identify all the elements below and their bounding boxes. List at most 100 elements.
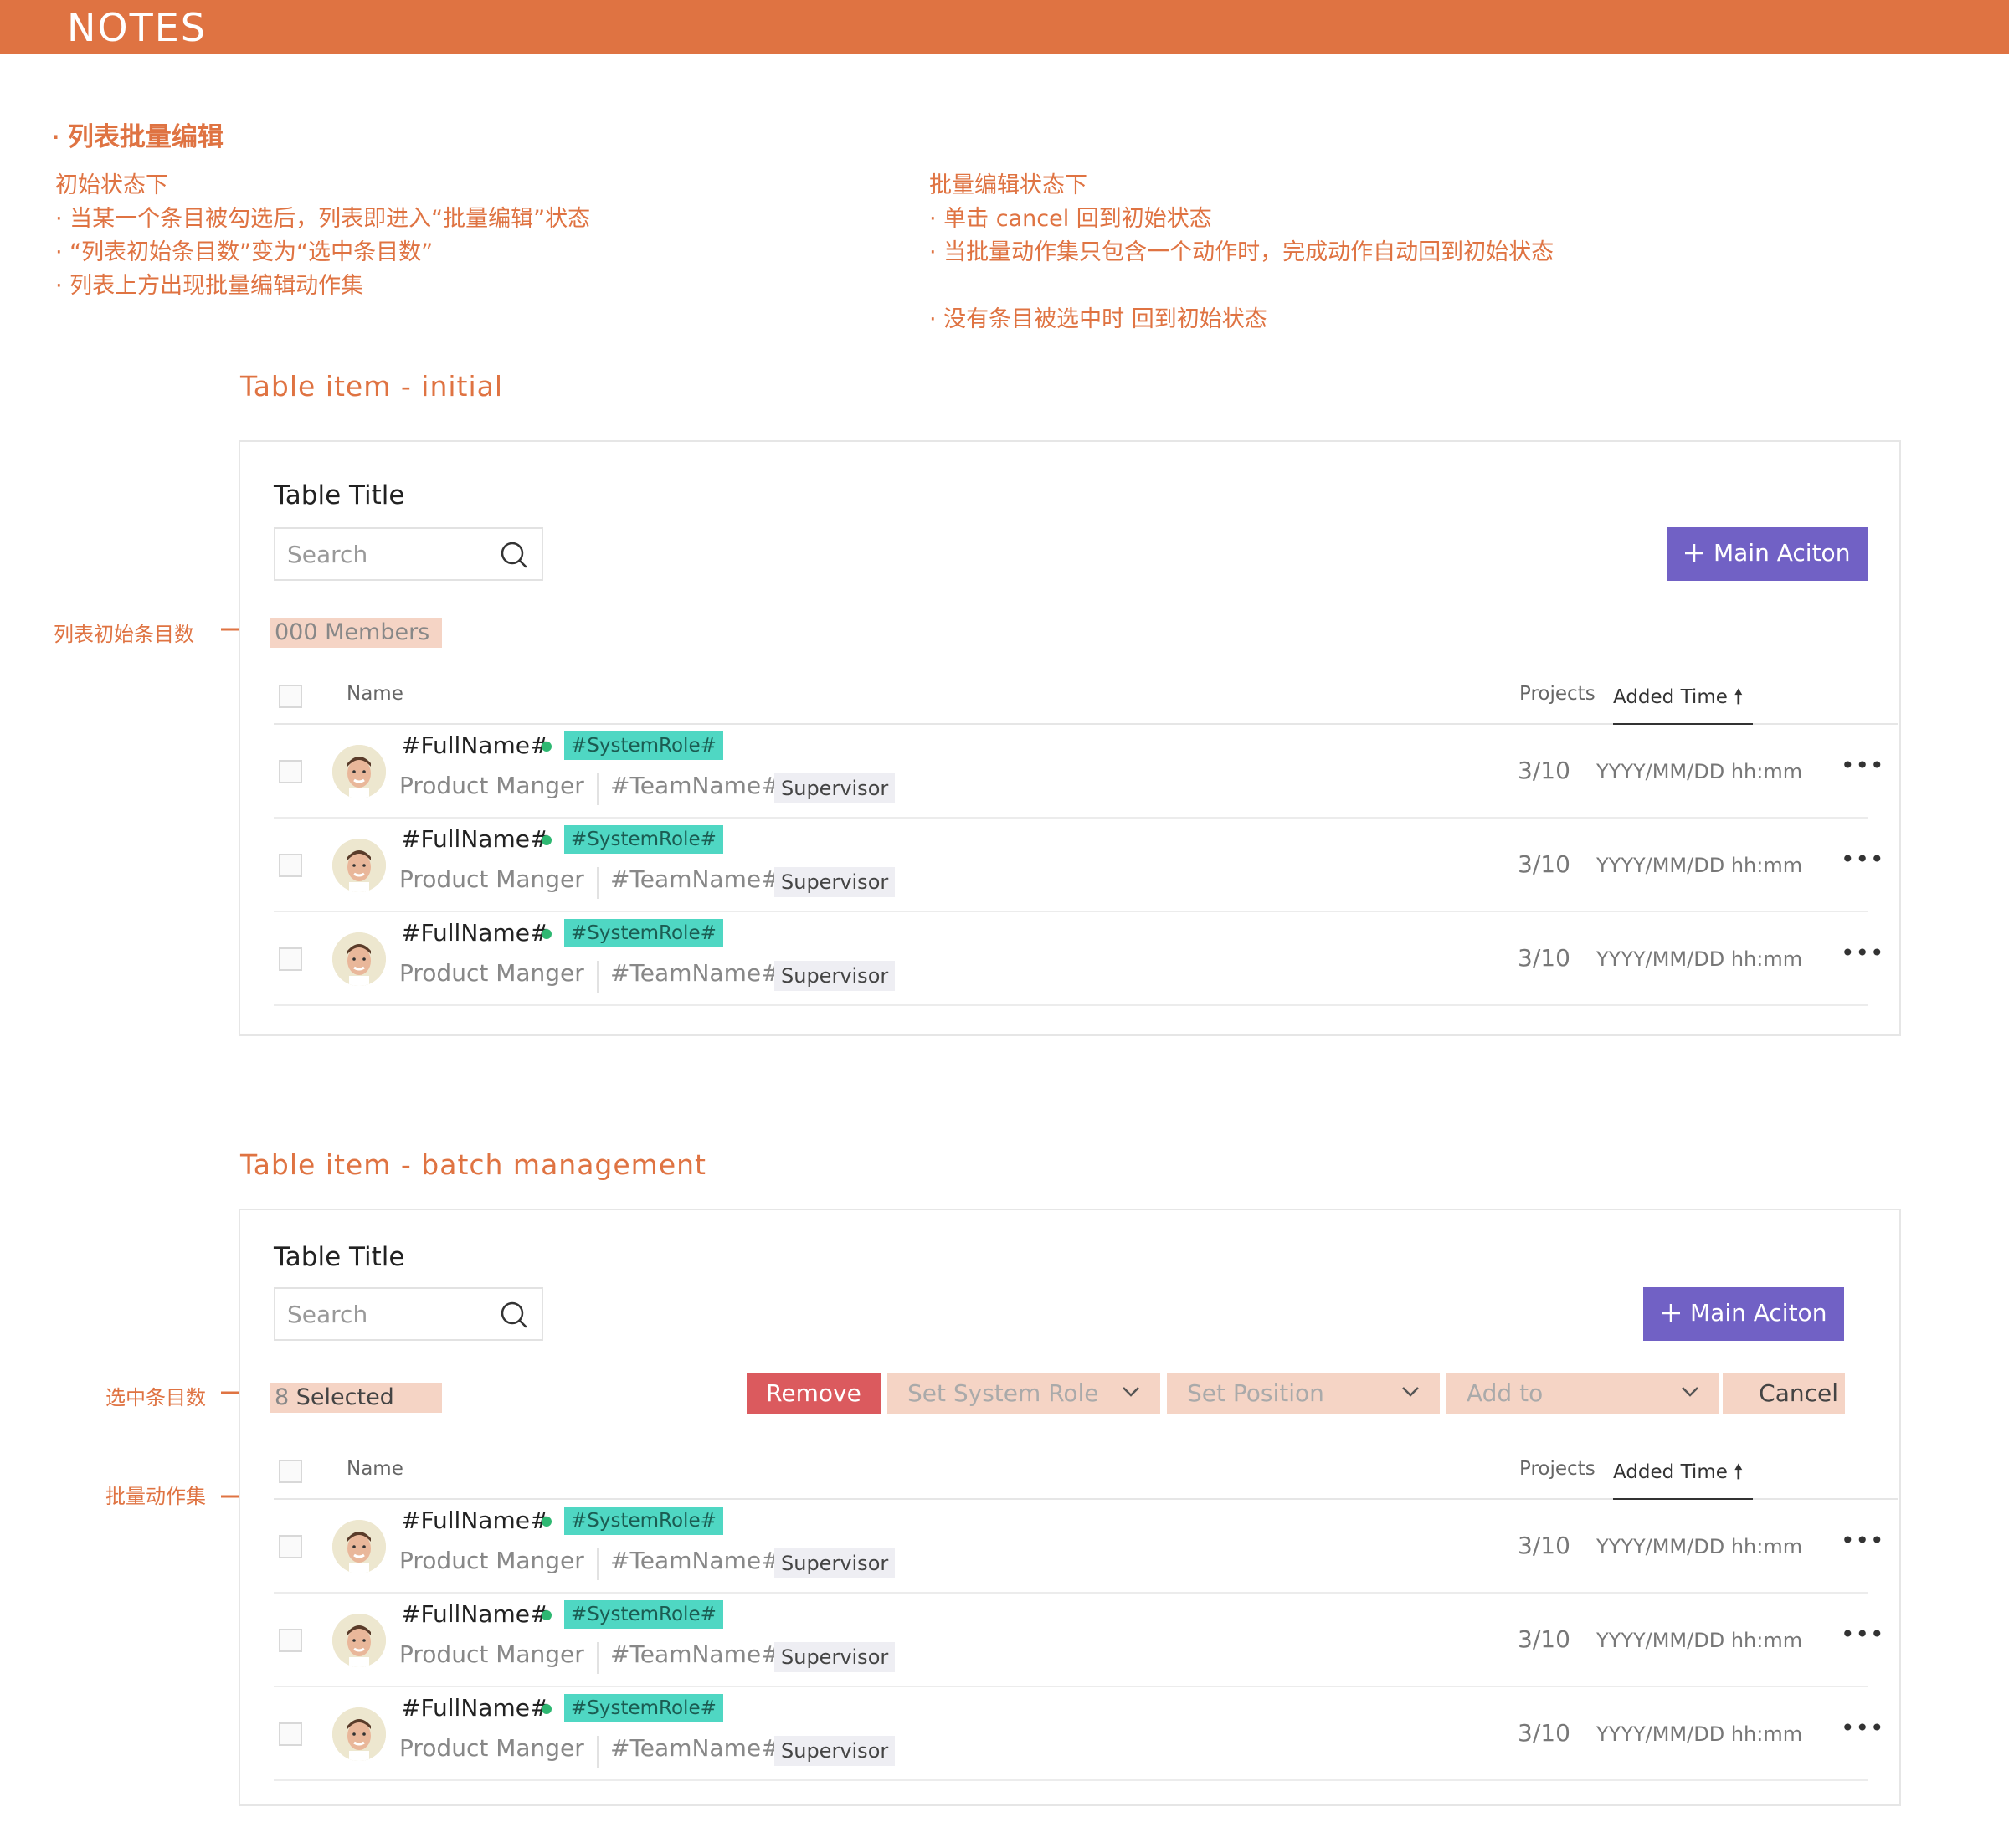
team-name: #TeamName#	[610, 959, 781, 987]
notes-left-column: 初始状态下 · 当某一个条目被勾选后，列表即进入“批量编辑”状态 · “列表初始…	[55, 169, 590, 303]
notes-heading: · 列表批量编辑	[52, 122, 224, 151]
search-placeholder: Search	[287, 541, 368, 568]
divider	[597, 961, 599, 993]
online-status-dot	[542, 835, 552, 845]
annotation-selected-count: 选中条目数	[105, 1386, 206, 1409]
table-row[interactable]: #FullName# #SystemRole# Product Manger #…	[274, 1687, 1884, 1781]
avatar-face-icon	[332, 932, 386, 986]
row-checkbox[interactable]	[279, 1722, 302, 1746]
set-system-role-dropdown[interactable]: Set System Role	[887, 1373, 1160, 1414]
annotation-initial-count: 列表初始条目数	[54, 623, 194, 646]
more-options-icon[interactable]: •••	[1841, 752, 1885, 779]
column-name[interactable]: Name	[347, 1458, 403, 1480]
search-icon[interactable]	[500, 1301, 528, 1329]
projects-value: 3/10	[1518, 944, 1570, 972]
table-row[interactable]: #FullName# #SystemRole# Product Manger #…	[274, 725, 1884, 819]
row-checkbox[interactable]	[279, 1629, 302, 1652]
row-checkbox[interactable]	[279, 760, 302, 783]
note-line: · 当某一个条目被勾选后，列表即进入“批量编辑”状态	[55, 206, 591, 232]
select-all-checkbox[interactable]	[279, 1460, 302, 1483]
selected-count-number: 8	[275, 1384, 290, 1410]
full-name[interactable]: #FullName#	[401, 919, 549, 947]
system-role-tag: #SystemRole#	[564, 732, 723, 760]
main-action-button[interactable]: Main Aciton	[1667, 527, 1868, 581]
table-panel-initial: Table Title Search Main Aciton 000 Membe…	[239, 440, 1901, 1036]
avatar-face-icon	[332, 839, 386, 892]
position-text: Product Manger	[399, 1547, 584, 1574]
divider	[597, 1642, 599, 1674]
table-title: Table Title	[274, 1242, 405, 1272]
avatar	[332, 932, 386, 986]
search-input[interactable]: Search	[274, 1287, 543, 1341]
remove-button[interactable]: Remove	[747, 1373, 881, 1414]
avatar	[332, 1614, 386, 1667]
table-row[interactable]: #FullName# #SystemRole# Product Manger #…	[274, 1594, 1884, 1687]
supervisor-tag: Supervisor	[774, 867, 896, 897]
supervisor-tag: Supervisor	[774, 961, 896, 991]
table-row[interactable]: #FullName# #SystemRole# Product Manger #…	[274, 1500, 1884, 1594]
avatar	[332, 839, 386, 892]
online-status-dot	[542, 1517, 552, 1527]
avatar-face-icon	[332, 1520, 386, 1573]
set-system-role-label: Set System Role	[907, 1379, 1099, 1407]
chevron-down-icon	[1123, 1387, 1139, 1397]
more-options-icon[interactable]: •••	[1841, 845, 1885, 873]
column-projects[interactable]: Projects	[1519, 1458, 1595, 1480]
position-text: Product Manger	[399, 1734, 584, 1762]
column-added-time[interactable]: Added Time 🠕	[1613, 1458, 1753, 1500]
more-options-icon[interactable]: •••	[1841, 1714, 1885, 1742]
divider	[597, 1548, 599, 1580]
column-projects[interactable]: Projects	[1519, 683, 1595, 705]
team-name: #TeamName#	[610, 772, 781, 799]
column-added-time-label: Added Time	[1613, 1461, 1728, 1483]
divider	[597, 1736, 599, 1768]
table-panel-batch: Table Title Search Main Aciton 8 Selecte…	[239, 1209, 1901, 1806]
more-options-icon[interactable]: •••	[1841, 1620, 1885, 1648]
divider	[597, 867, 599, 899]
search-icon[interactable]	[500, 541, 528, 569]
full-name[interactable]: #FullName#	[401, 1600, 549, 1628]
row-checkbox[interactable]	[279, 1535, 302, 1558]
full-name[interactable]: #FullName#	[401, 732, 549, 759]
projects-value: 3/10	[1518, 1625, 1570, 1653]
more-options-icon[interactable]: •••	[1841, 1527, 1885, 1554]
selected-count-label: Selected	[295, 1384, 394, 1410]
projects-value: 3/10	[1518, 1532, 1570, 1559]
more-options-icon[interactable]: •••	[1841, 939, 1885, 967]
note-line: · 单击 cancel 回到初始状态	[929, 206, 1212, 232]
team-name: #TeamName#	[610, 865, 781, 893]
added-time-value: YYYY/MM/DD hh:mm	[1596, 947, 1803, 971]
avatar	[332, 1707, 386, 1761]
added-time-value: YYYY/MM/DD hh:mm	[1596, 1629, 1803, 1652]
search-placeholder: Search	[287, 1301, 368, 1328]
page-title: NOTES	[67, 5, 207, 50]
search-input[interactable]: Search	[274, 527, 543, 581]
cancel-button[interactable]: Cancel	[1723, 1373, 1845, 1414]
position-text: Product Manger	[399, 959, 584, 987]
full-name[interactable]: #FullName#	[401, 1507, 549, 1534]
system-role-tag: #SystemRole#	[564, 919, 723, 947]
set-position-dropdown[interactable]: Set Position	[1167, 1373, 1440, 1414]
column-added-time[interactable]: Added Time 🠕	[1613, 683, 1753, 725]
added-time-value: YYYY/MM/DD hh:mm	[1596, 854, 1803, 877]
online-status-dot	[542, 929, 552, 939]
column-added-time-label: Added Time	[1613, 686, 1728, 708]
row-checkbox[interactable]	[279, 947, 302, 971]
main-action-button[interactable]: Main Aciton	[1643, 1287, 1844, 1341]
supervisor-tag: Supervisor	[774, 1736, 896, 1766]
position-text: Product Manger	[399, 865, 584, 893]
row-checkbox[interactable]	[279, 854, 302, 877]
column-name[interactable]: Name	[347, 683, 403, 705]
table-row[interactable]: #FullName# #SystemRole# Product Manger #…	[274, 912, 1884, 1006]
chevron-down-icon	[1682, 1387, 1698, 1397]
table-row[interactable]: #FullName# #SystemRole# Product Manger #…	[274, 819, 1884, 912]
system-role-tag: #SystemRole#	[564, 1507, 723, 1535]
supervisor-tag: Supervisor	[774, 773, 896, 803]
full-name[interactable]: #FullName#	[401, 825, 549, 853]
select-all-checkbox[interactable]	[279, 685, 302, 708]
add-to-dropdown[interactable]: Add to	[1446, 1373, 1719, 1414]
team-name: #TeamName#	[610, 1640, 781, 1668]
position-text: Product Manger	[399, 772, 584, 799]
full-name[interactable]: #FullName#	[401, 1694, 549, 1722]
supervisor-tag: Supervisor	[774, 1548, 896, 1578]
